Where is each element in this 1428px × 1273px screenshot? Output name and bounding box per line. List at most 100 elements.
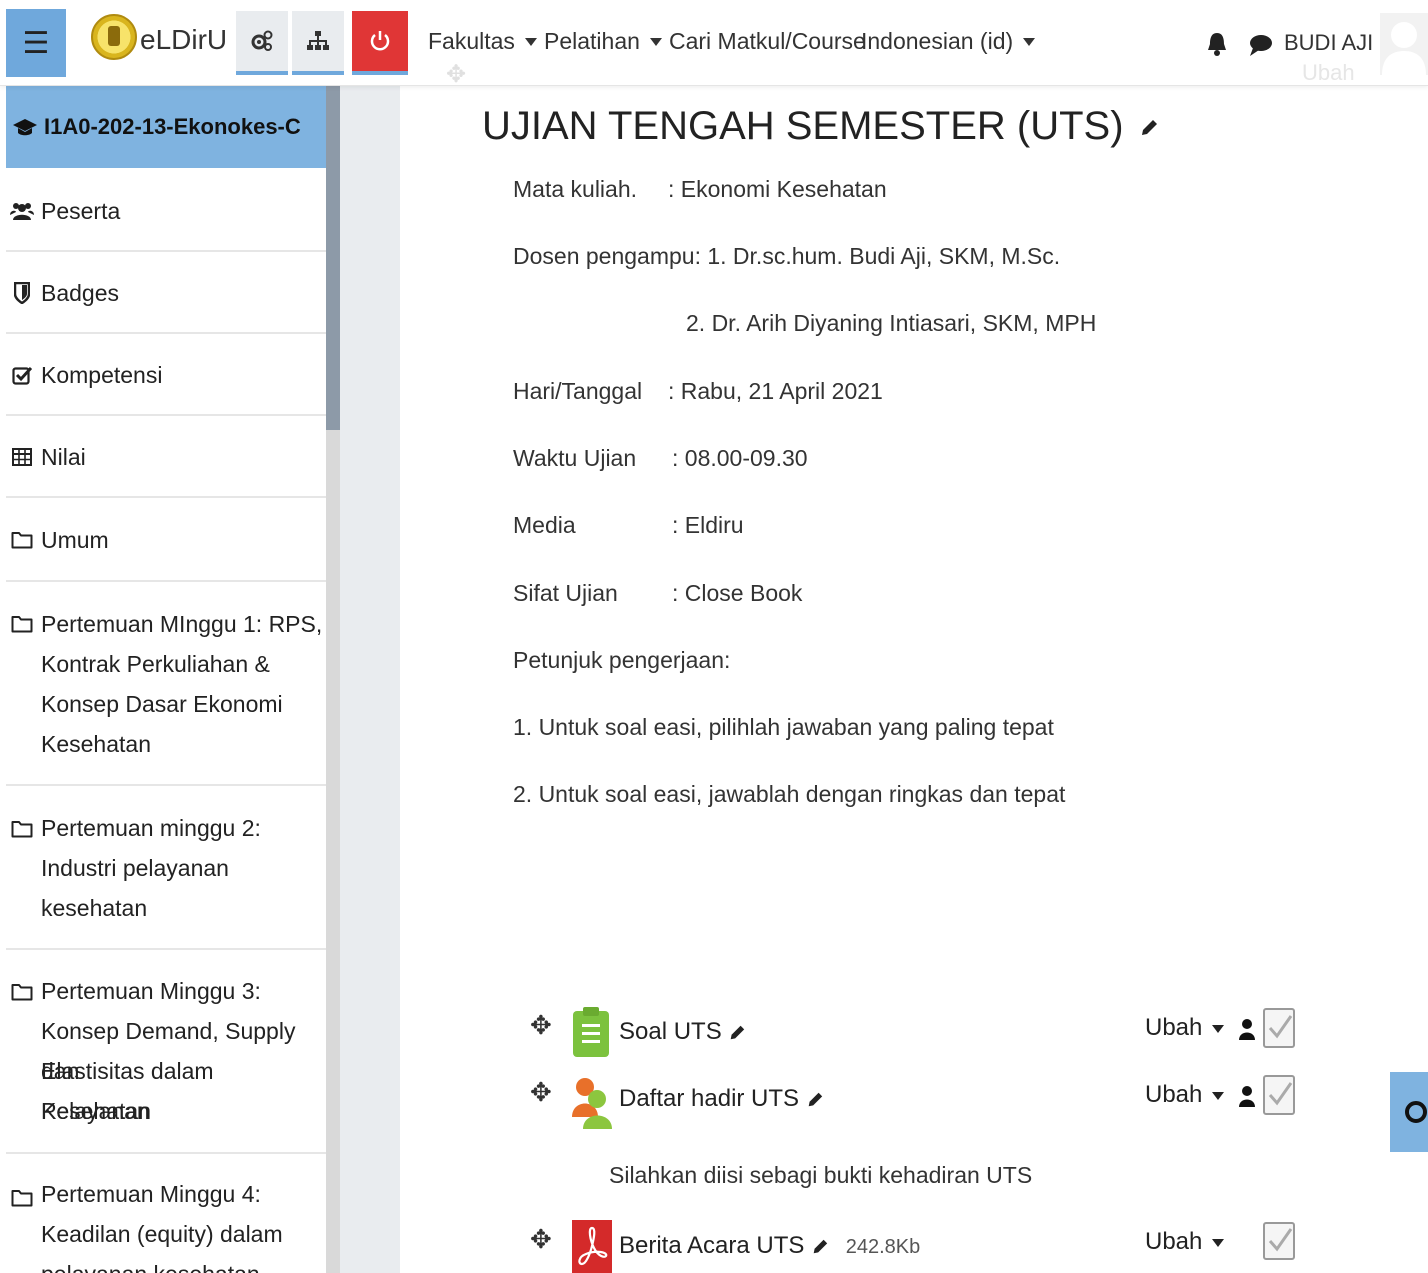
- sidebar-item-label-line: kesehatan: [41, 895, 148, 921]
- info-petunjuk-1: 1. Untuk soal easi, pilihlah jawaban yan…: [513, 714, 1054, 740]
- folder-icon: [10, 979, 34, 1005]
- sidebar-item-badges[interactable]: Badges: [6, 252, 326, 334]
- info-dosen: Dosen pengampu: 1. Dr.sc.hum. Budi Aji, …: [513, 243, 1061, 269]
- menu-pelatihan[interactable]: Pelatihan: [544, 28, 662, 55]
- user-icon[interactable]: [1239, 1085, 1256, 1107]
- sidebar-item-label-line: Pertemuan MInggu 1: RPS,: [41, 611, 323, 637]
- completion-checkbox[interactable]: [1263, 1222, 1295, 1260]
- user-name[interactable]: BUDI AJI .: [1284, 30, 1385, 56]
- info-hari-label: Hari/Tanggal: [513, 378, 643, 404]
- pencil-edit-icon[interactable]: [806, 1091, 824, 1109]
- bell-icon[interactable]: [1206, 31, 1228, 57]
- top-navbar: ☰ eLDirU Fakultas Pelatihan Cari Matkul/…: [0, 0, 1428, 88]
- pencil-edit-icon[interactable]: [1139, 118, 1159, 138]
- move-icon: ✥: [446, 61, 467, 88]
- user-icon[interactable]: [1239, 1018, 1256, 1040]
- gears-icon: [251, 30, 273, 51]
- sidebar-item-minggu-1[interactable]: Pertemuan MInggu 1: RPS, Kontrak Perkuli…: [6, 582, 326, 786]
- activity-ubah-menu[interactable]: Ubah: [1145, 1014, 1256, 1042]
- settings-button[interactable]: [236, 11, 288, 75]
- info-mata-kuliah-value: : Ekonomi Kesehatan: [668, 176, 887, 202]
- menu-cari-label: Cari Matkul/Course: [669, 28, 866, 54]
- sidebar-item-umum[interactable]: Umum: [6, 498, 326, 582]
- drawer-toggle-tab[interactable]: [1390, 1072, 1428, 1152]
- sidebar-item-nilai[interactable]: Nilai: [6, 416, 326, 498]
- menu-fakultas-label: Fakultas: [428, 28, 515, 54]
- pencil-edit-icon[interactable]: [811, 1238, 829, 1256]
- checkbox-icon: [10, 362, 34, 388]
- activity-link-daftar-hadir[interactable]: Daftar hadir UTS: [619, 1085, 824, 1113]
- sidebar-item-label-line: Industri pelayanan: [41, 855, 229, 881]
- caret-down-icon: [1212, 1024, 1225, 1033]
- sidebar-scrollbar-thumb[interactable]: [326, 86, 340, 430]
- info-media-label: Media: [513, 512, 576, 538]
- section-title: UJIAN TENGAH SEMESTER (UTS): [482, 104, 1159, 149]
- site-brand[interactable]: eLDirU: [140, 24, 227, 56]
- sidebar-item-minggu-3[interactable]: Pertemuan Minggu 3: Konsep Demand, Suppl…: [6, 950, 326, 1154]
- folder-icon: [10, 1185, 34, 1211]
- chat-bubble-icon[interactable]: [1249, 33, 1273, 57]
- sidebar-item-kompetensi[interactable]: Kompetensi: [6, 334, 326, 416]
- folder-icon: [10, 611, 34, 637]
- file-size: 242.8Kb: [845, 1236, 921, 1258]
- info-sifat-label: Sifat Ujian: [513, 580, 618, 606]
- activity-name: Soal UTS: [619, 1018, 722, 1045]
- sidebar-course-title[interactable]: I1A0-202-13-Ekonokes-C: [6, 86, 326, 168]
- info-mata-kuliah-label: Mata kuliah.: [513, 176, 638, 202]
- activity-daftar-hadir: ✥ Daftar hadir UTS Ubah: [530, 1067, 1310, 1129]
- avatar[interactable]: [1380, 13, 1428, 75]
- pencil-edit-icon[interactable]: [728, 1024, 746, 1042]
- shield-icon: [10, 280, 34, 306]
- checkmark-icon: [1268, 1082, 1293, 1106]
- menu-cari-matkul[interactable]: Cari Matkul/Course: [669, 28, 866, 55]
- move-handle-icon[interactable]: ✥: [530, 1010, 552, 1041]
- ubah-label: Ubah: [1145, 1081, 1203, 1108]
- sidebar-item-label: Badges: [41, 280, 120, 306]
- ubah-label: Ubah: [1145, 1228, 1203, 1255]
- user-silhouette-icon: [1382, 22, 1426, 75]
- sidebar-item-label-line: Kesehatan: [41, 731, 151, 757]
- activity-ubah-menu[interactable]: Ubah: [1145, 1081, 1256, 1109]
- assignment-icon[interactable]: [572, 1006, 610, 1058]
- folder-icon: [10, 527, 34, 553]
- sidebar-item-label-line: pelayanan kesehatan: [41, 1254, 260, 1273]
- sidebar-item-label-line: Kontrak Perkuliahan &: [41, 651, 270, 677]
- sidebar-item-minggu-4[interactable]: Pertemuan Minggu 4: Keadilan (equity) da…: [6, 1154, 326, 1273]
- checkmark-icon: [1268, 1015, 1293, 1039]
- sitemap-button[interactable]: [292, 11, 344, 75]
- edit-mode-toggle-button[interactable]: [352, 11, 408, 75]
- users-icon: [10, 198, 34, 224]
- pdf-icon[interactable]: [572, 1220, 612, 1273]
- attendance-note: Silahkan diisi sebagi bukti kehadiran UT…: [609, 1162, 1033, 1188]
- completion-checkbox[interactable]: [1263, 1008, 1295, 1048]
- user-menu-ubah[interactable]: Ubah: [1302, 60, 1355, 86]
- info-waktu-value: : 08.00-09.30: [672, 445, 808, 471]
- sidebar-item-peserta[interactable]: Peserta: [6, 170, 326, 252]
- university-logo[interactable]: [91, 14, 137, 60]
- sidebar-item-label-line: Pertemuan Minggu 3:: [41, 978, 261, 1004]
- language-menu[interactable]: Indonesian (id): [861, 28, 1036, 55]
- menu-icon: ☰: [22, 26, 50, 60]
- completion-checkbox[interactable]: [1263, 1075, 1295, 1115]
- activity-ubah-menu[interactable]: Ubah: [1145, 1228, 1225, 1256]
- activity-link-soal-uts[interactable]: Soal UTS: [619, 1018, 746, 1046]
- graduation-cap-icon: [13, 119, 37, 136]
- menu-fakultas[interactable]: Fakultas: [428, 28, 537, 55]
- attendance-icon[interactable]: [570, 1073, 614, 1129]
- activity-link-berita-acara[interactable]: Berita Acara UTS 242.8Kb: [619, 1232, 920, 1260]
- sitemap-icon: [307, 31, 329, 50]
- language-label: Indonesian (id): [861, 28, 1014, 54]
- power-icon: [370, 31, 390, 51]
- caret-down-icon: [649, 37, 662, 46]
- activity-berita-acara: ✥ Berita Acara UTS 242.8Kb Ubah: [530, 1214, 1310, 1273]
- ubah-label: Ubah: [1145, 1014, 1203, 1041]
- course-shortname: I1A0-202-13-Ekonokes-C: [44, 114, 301, 139]
- sidebar-item-label: Umum: [41, 527, 109, 553]
- menu-pelatihan-label: Pelatihan: [544, 28, 640, 54]
- info-dosen-2: 2. Dr. Arih Diyaning Intiasari, SKM, MPH: [686, 310, 1097, 336]
- move-handle-icon[interactable]: ✥: [530, 1077, 552, 1108]
- info-petunjuk-2: 2. Untuk soal easi, jawablah dengan ring…: [513, 781, 1066, 807]
- sidebar-item-minggu-2[interactable]: Pertemuan minggu 2: Industri pelayanan k…: [6, 786, 326, 950]
- move-handle-icon[interactable]: ✥: [530, 1224, 552, 1255]
- hamburger-menu-button[interactable]: ☰: [6, 9, 66, 77]
